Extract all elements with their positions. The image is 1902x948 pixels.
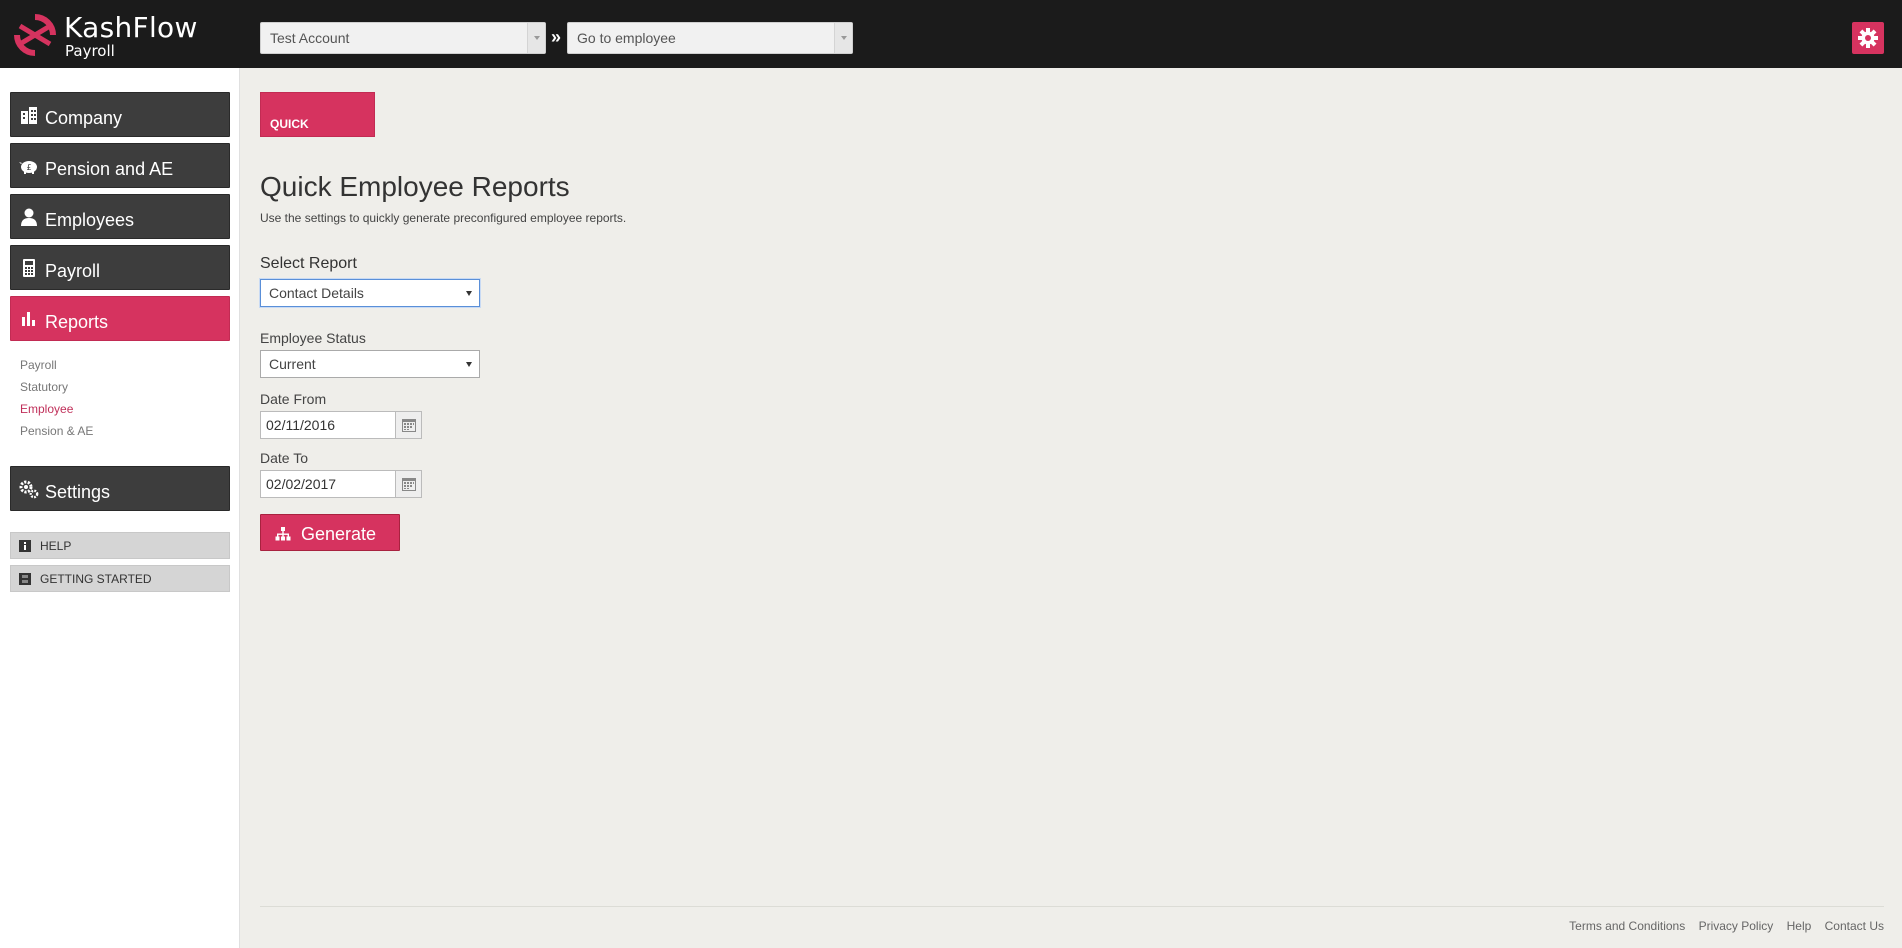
date-from-calendar-button[interactable] (395, 411, 422, 439)
employee-select[interactable]: Go to employee (567, 22, 853, 54)
sidebar-item-employees[interactable]: Employees (10, 194, 230, 239)
page-title: Quick Employee Reports (260, 171, 570, 202)
date-from-input[interactable]: 02/11/2016 (260, 411, 396, 439)
employee-select-value: Go to employee (577, 30, 676, 46)
footer-link-privacy[interactable]: Privacy Policy (1699, 919, 1774, 933)
help-button[interactable]: HELP (10, 532, 230, 559)
sidebar-item-label: Reports (45, 312, 109, 332)
page-description: Use the settings to quickly generate pre… (260, 211, 627, 225)
chevron-down-icon (527, 23, 545, 53)
calendar-icon (402, 419, 416, 432)
sidebar: Company £ Pension and AE Employees Payro… (0, 68, 240, 948)
user-icon (21, 208, 37, 226)
sidebar-item-settings[interactable]: Settings (10, 466, 230, 511)
generate-label: Generate (301, 524, 377, 544)
subnav-statutory[interactable]: Statutory (20, 380, 68, 394)
footer-link-contact[interactable]: Contact Us (1825, 919, 1884, 933)
generate-button[interactable]: Generate (260, 514, 400, 551)
footer-divider (260, 906, 1884, 907)
subnav-employee[interactable]: Employee (20, 402, 73, 416)
sidebar-item-pension[interactable]: £ Pension and AE (10, 143, 230, 188)
settings-gear-button[interactable] (1852, 22, 1884, 54)
footer-link-terms[interactable]: Terms and Conditions (1569, 919, 1685, 933)
subnav-pension-ae[interactable]: Pension & AE (20, 424, 93, 438)
sitemap-icon (275, 527, 291, 541)
gears-icon (19, 480, 39, 499)
svg-text:£: £ (26, 163, 31, 172)
date-to-calendar-button[interactable] (395, 470, 422, 498)
date-from-value: 02/11/2016 (266, 417, 336, 433)
sidebar-item-company[interactable]: Company (10, 92, 230, 137)
date-to-label: Date To (260, 450, 308, 466)
help-label: HELP (40, 539, 72, 553)
sidebar-item-label: Pension and AE (45, 159, 174, 179)
subnav-payroll[interactable]: Payroll (20, 358, 57, 372)
sidebar-item-reports[interactable]: Reports (10, 296, 230, 341)
caret-down-icon (466, 291, 472, 296)
breadcrumb-separator: » (551, 27, 562, 47)
piggy-bank-icon: £ (19, 161, 37, 174)
account-select-value: Test Account (270, 30, 350, 46)
sidebar-item-label: Company (45, 108, 123, 128)
footer-link-help[interactable]: Help (1787, 919, 1812, 933)
chevron-down-icon (834, 23, 852, 53)
calculator-icon (23, 259, 35, 277)
top-bar: KashFlow Payroll Test Account » Go to em… (0, 0, 1902, 68)
employee-status-dropdown[interactable]: Current (260, 350, 480, 378)
tab-quick-label: QUICK (270, 117, 309, 131)
getting-started-label: GETTING STARTED (40, 572, 152, 586)
bar-chart-icon (22, 312, 35, 326)
employee-status-value: Current (269, 356, 316, 372)
sidebar-item-label: Employees (45, 210, 135, 230)
kashflow-logo-icon (14, 14, 56, 56)
sidebar-item-payroll[interactable]: Payroll (10, 245, 230, 290)
gear-icon (1858, 28, 1878, 48)
sidebar-item-label: Settings (45, 482, 111, 502)
brand-name: KashFlow (64, 11, 198, 44)
tab-quick[interactable]: QUICK (260, 92, 375, 137)
select-report-value: Contact Details (269, 285, 364, 301)
date-from-label: Date From (260, 391, 327, 407)
select-report-label: Select Report (260, 255, 357, 272)
brand-product: Payroll (65, 42, 115, 60)
date-to-value: 02/02/2017 (266, 476, 337, 492)
calendar-icon (402, 478, 416, 491)
caret-down-icon (466, 362, 472, 367)
sidebar-item-label: Payroll (45, 261, 101, 281)
film-icon (19, 573, 31, 585)
employee-status-label: Employee Status (260, 330, 366, 346)
footer-links: Terms and Conditions Privacy Policy Help… (1559, 919, 1884, 933)
info-icon (19, 540, 31, 552)
kashflow-logo[interactable]: KashFlow Payroll (12, 11, 212, 60)
select-report-dropdown[interactable]: Contact Details (260, 279, 480, 307)
building-icon (21, 107, 37, 124)
account-select[interactable]: Test Account (260, 22, 546, 54)
getting-started-button[interactable]: GETTING STARTED (10, 565, 230, 592)
date-to-input[interactable]: 02/02/2017 (260, 470, 396, 498)
